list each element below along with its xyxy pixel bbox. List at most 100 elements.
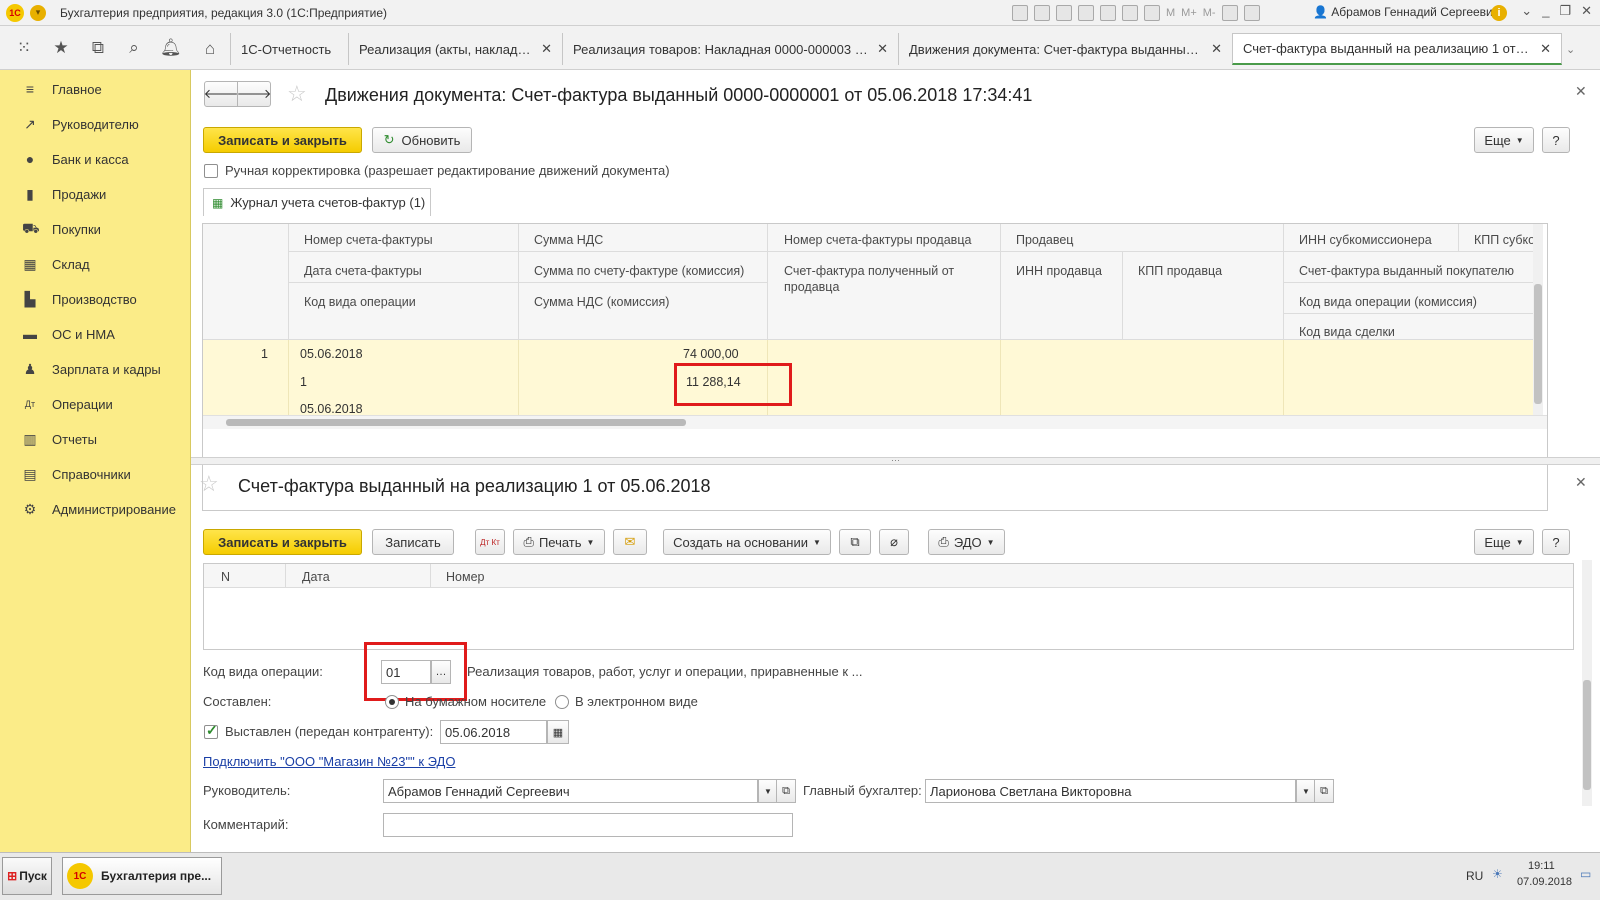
sidebar-item-glavnoe[interactable]: ≡ Главное xyxy=(0,74,191,104)
upload-icon[interactable] xyxy=(1078,5,1094,21)
tabs-overflow-icon[interactable]: ⌄ xyxy=(1566,43,1575,56)
current-user[interactable]: 👤 Абрамов Геннадий Сергеевич xyxy=(1313,5,1499,19)
forward-button[interactable]: 🡒 xyxy=(237,81,271,107)
save-icon[interactable] xyxy=(1012,5,1028,21)
chevron-down-icon[interactable]: ▼ xyxy=(1296,779,1316,803)
calendar-icon[interactable] xyxy=(1144,5,1160,21)
show-desktop-icon[interactable]: ▭ xyxy=(1580,867,1591,881)
sidebar-item-bank[interactable]: ● Банк и касса xyxy=(0,144,191,174)
rukovoditel-input[interactable]: Абрамов Геннадий Сергеевич xyxy=(383,779,758,803)
print-icon[interactable] xyxy=(1034,5,1050,21)
help-button[interactable]: ? xyxy=(1542,127,1570,153)
col-date[interactable]: Дата xyxy=(302,569,330,585)
help-button[interactable]: ? xyxy=(1542,529,1570,555)
sidebar-item-operacii[interactable]: Дт Операции xyxy=(0,389,191,419)
create-based-button[interactable]: Создать на основании ▼ xyxy=(663,529,831,555)
col-kpp-sub[interactable]: КПП субко xyxy=(1474,232,1534,248)
apps-grid-icon[interactable]: ⁙ xyxy=(14,38,34,58)
sidebar-item-rukovoditelyu[interactable]: ↗ Руководителю xyxy=(0,109,191,139)
sidebar-item-pokupki[interactable]: ⛟ Покупки xyxy=(0,214,191,244)
documents-table[interactable]: N Дата Номер xyxy=(203,563,1574,650)
sidebar-item-otchety[interactable]: ▥ Отчеты xyxy=(0,424,191,454)
col-num-sf-prod[interactable]: Номер счета-фактуры продавца xyxy=(784,232,971,248)
movements-grid[interactable]: Номер счета-фактуры Дата счета-фактуры К… xyxy=(202,223,1548,511)
close-icon[interactable]: ✕ xyxy=(1211,41,1222,57)
close-icon[interactable]: ✕ xyxy=(877,41,888,57)
col-summa-nds[interactable]: Сумма НДС xyxy=(534,232,603,248)
favorite-star-icon[interactable]: ☆ xyxy=(199,471,219,497)
main-menu-icon[interactable]: ▾ xyxy=(30,4,46,21)
manual-correction-checkbox[interactable] xyxy=(204,164,218,178)
download-icon[interactable] xyxy=(1100,5,1116,21)
table-row[interactable]: 1 05.06.2018 1 05.06.2018 74 000,00 11 2… xyxy=(203,340,1533,416)
favorites-star-icon[interactable]: ★ xyxy=(51,38,71,58)
col-inn-prod[interactable]: ИНН продавца xyxy=(1016,263,1102,279)
tab-realizaciya-list[interactable]: Реализация (акты, накладные) ✕ xyxy=(348,33,562,65)
table-icon[interactable] xyxy=(1122,5,1138,21)
sidebar-item-sklad[interactable]: ▦ Склад xyxy=(0,249,191,279)
preview-icon[interactable] xyxy=(1056,5,1072,21)
attachment-icon[interactable]: ⌀ xyxy=(879,529,909,555)
sidebar-item-administrirovanie[interactable]: ⚙ Администрирование xyxy=(0,494,191,524)
save-button[interactable]: Записать xyxy=(372,529,454,555)
clock-time[interactable]: 19:11 xyxy=(1528,860,1555,872)
comment-input[interactable] xyxy=(383,813,793,837)
col-date-sf[interactable]: Дата счета-фактуры xyxy=(304,263,422,279)
sidebar-item-proizvodstvo[interactable]: ▙ Производство xyxy=(0,284,191,314)
zoom-icon[interactable] xyxy=(1221,5,1238,21)
minimize-icon[interactable]: _ xyxy=(1542,3,1549,19)
start-button[interactable]: ⊞ Пуск xyxy=(2,857,52,895)
col-summa-nds-kom[interactable]: Сумма НДС (комиссия) xyxy=(534,294,669,310)
chevron-down-icon[interactable]: ▼ xyxy=(758,779,778,803)
vystavlen-checkbox[interactable] xyxy=(204,722,218,739)
restore-icon[interactable]: ❐ xyxy=(1559,3,1571,19)
network-icon[interactable]: ☀ xyxy=(1492,867,1503,881)
panel-icon[interactable] xyxy=(1243,5,1260,21)
tab-zhurnal[interactable]: ▦ Журнал учета счетов-фактур (1) xyxy=(203,188,431,216)
vystavlen-date-input[interactable]: 05.06.2018 xyxy=(440,720,547,744)
sidebar-item-os-nma[interactable]: ▬ ОС и НМА xyxy=(0,319,191,349)
open-icon[interactable]: ⧉ xyxy=(1314,779,1334,803)
favorite-star-icon[interactable]: ☆ xyxy=(287,81,307,107)
form-splitter[interactable]: ··· xyxy=(191,456,1600,465)
bell-icon[interactable]: 🔔︎ xyxy=(160,38,182,58)
col-sf-received[interactable]: Счет-фактура полученный от продавца xyxy=(784,263,984,295)
email-icon[interactable]: ✉ xyxy=(613,529,647,555)
tab-schet-faktura[interactable]: Счет-фактура выданный на реализацию 1 от… xyxy=(1232,33,1562,65)
open-icon[interactable]: ⧉ xyxy=(776,779,796,803)
paper-radio[interactable] xyxy=(385,695,399,709)
scrollbar-thumb[interactable] xyxy=(1583,680,1591,790)
tab-dvizheniya[interactable]: Движения документа: Счет-фактура выданны… xyxy=(898,33,1232,65)
app-logo-icon[interactable]: 1C xyxy=(6,3,24,22)
home-icon[interactable]: ⌂ xyxy=(193,34,227,64)
tab-1c-otchetnost[interactable]: 1С-Отчетность xyxy=(230,33,348,65)
tab-realizaciya-doc[interactable]: Реализация товаров: Накладная 0000-00000… xyxy=(562,33,898,65)
calendar-icon[interactable]: ▦ xyxy=(547,720,569,744)
horizontal-scrollbar[interactable] xyxy=(203,415,1547,429)
dt-kt-button[interactable]: Дт Кт xyxy=(475,529,505,555)
edo-connect-link[interactable]: Подключить "ООО "Магазин №23"" к ЭДО xyxy=(203,754,455,769)
col-n[interactable]: N xyxy=(221,569,230,585)
buh-input[interactable]: Ларионова Светлана Викторовна xyxy=(925,779,1296,803)
electronic-radio[interactable] xyxy=(555,695,569,709)
close-icon[interactable]: ✕ xyxy=(1540,41,1551,57)
memory-m-button[interactable]: M xyxy=(1166,7,1175,19)
col-sf-issued[interactable]: Счет-фактура выданный покупателю xyxy=(1299,263,1514,279)
close-icon[interactable]: ✕ xyxy=(1575,474,1587,491)
back-button[interactable]: 🡐 xyxy=(204,81,238,107)
search-icon[interactable]: ⌕ xyxy=(124,38,144,58)
save-and-close-button[interactable]: Записать и закрыть xyxy=(203,127,362,153)
close-icon[interactable]: ✕ xyxy=(1581,3,1592,19)
save-and-close-button[interactable]: Записать и закрыть xyxy=(203,529,362,555)
more-button[interactable]: Еще ▼ xyxy=(1474,127,1534,153)
vertical-scrollbar[interactable] xyxy=(1533,224,1543,415)
close-icon[interactable]: ✕ xyxy=(541,41,552,57)
col-inn-sub[interactable]: ИНН субкомиссионера xyxy=(1299,232,1432,248)
more-button[interactable]: Еще ▼ xyxy=(1474,529,1534,555)
edo-button[interactable]: ⎙ ЭДО ▼ xyxy=(928,529,1005,555)
close-icon[interactable]: ✕ xyxy=(1575,83,1587,100)
print-button[interactable]: ⎙ Печать ▼ xyxy=(513,529,605,555)
chevron-down-icon[interactable]: ⌄ xyxy=(1521,3,1532,19)
vertical-scrollbar[interactable] xyxy=(1582,560,1592,806)
col-kpp-prod[interactable]: КПП продавца xyxy=(1138,263,1222,279)
